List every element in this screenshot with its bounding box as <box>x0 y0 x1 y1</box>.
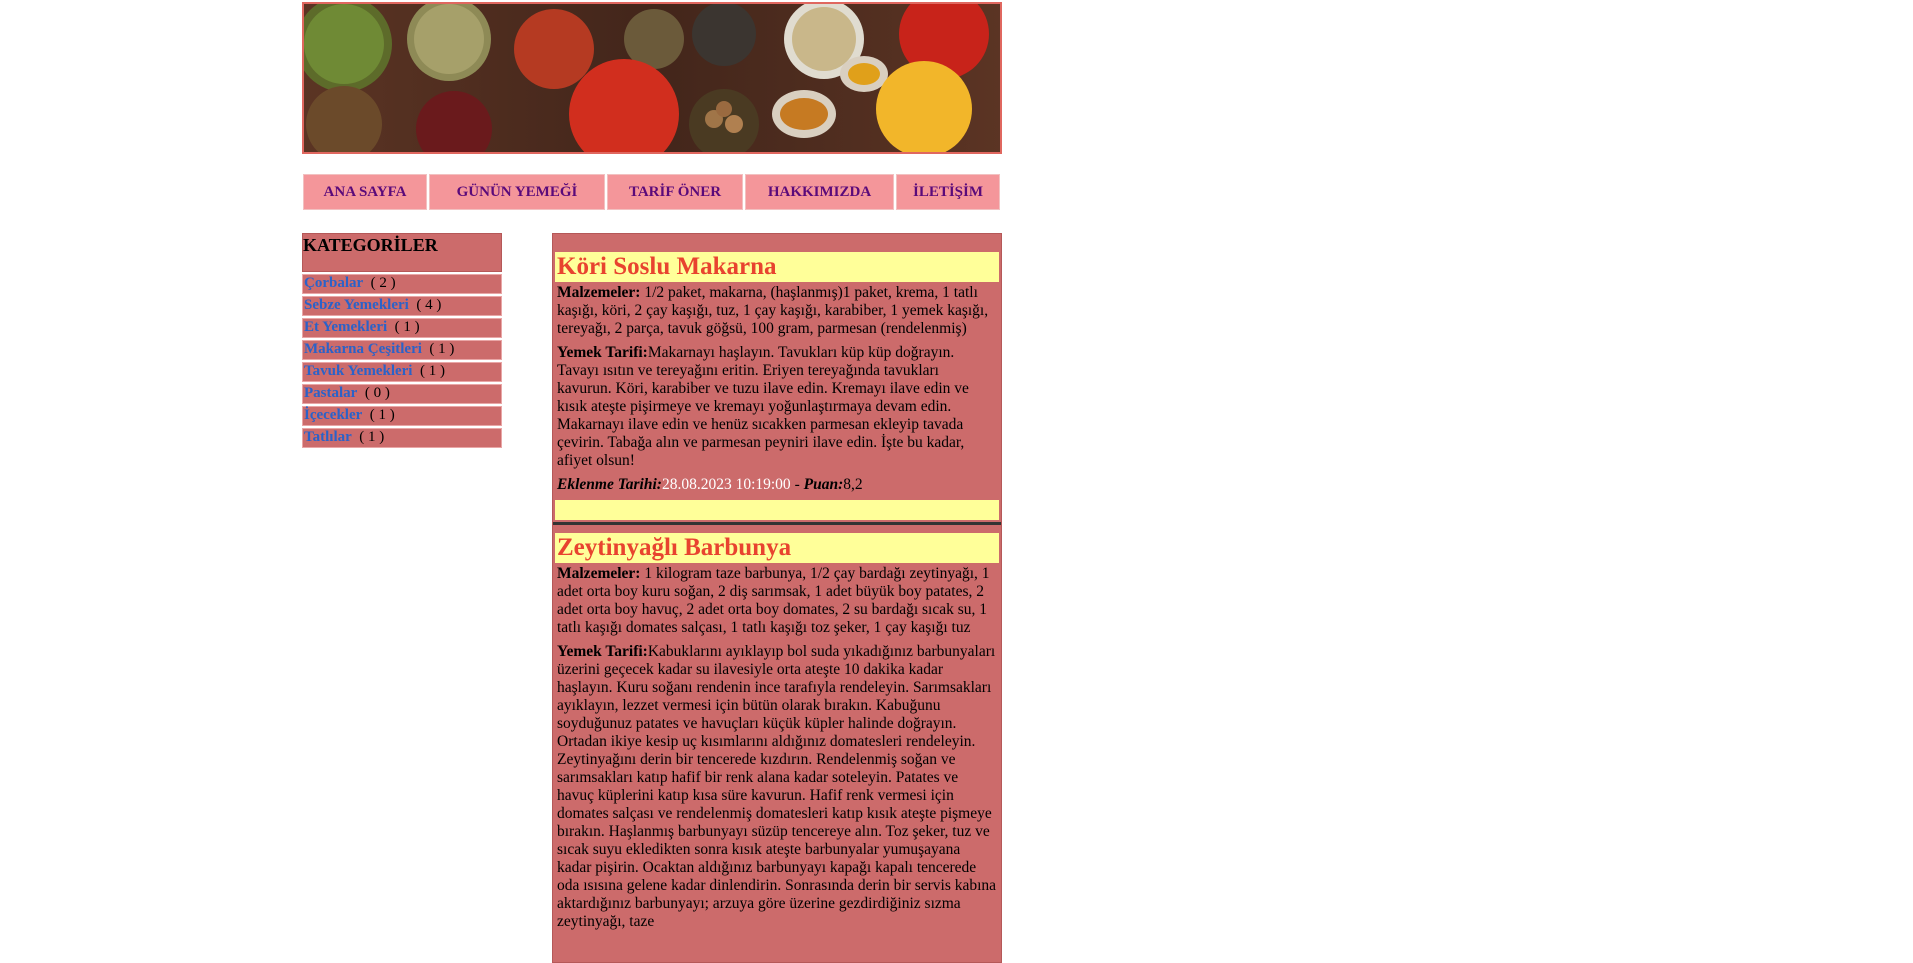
category-item: Tavuk Yemekleri ( 1 ) <box>302 362 502 382</box>
category-link[interactable]: İçecekler <box>304 407 362 423</box>
category-item: Sebze Yemekleri ( 4 ) <box>302 296 502 316</box>
nav-home[interactable]: ANA SAYFA <box>303 174 427 210</box>
category-item: Pastalar ( 0 ) <box>302 384 502 404</box>
recipe-ingredients: Malzemeler: 1 kilogram taze barbunya, 1/… <box>557 565 997 637</box>
category-link[interactable]: Tavuk Yemekleri <box>304 363 412 379</box>
score-label: Puan: <box>803 476 844 493</box>
category-count: ( 2 ) <box>370 275 396 291</box>
category-count: ( 1 ) <box>369 407 395 423</box>
main-nav: ANA SAYFA GÜNÜN YEMEĞİ TARİF ÖNER HAKKIM… <box>303 174 1002 212</box>
recipe-card: Zeytinyağlı Barbunya Malzemeler: 1 kilog… <box>553 533 1001 931</box>
category-item: İçecekler ( 1 ) <box>302 406 502 426</box>
recipe-ingredients: Malzemeler: 1/2 paket, makarna, (haşlanm… <box>557 284 997 338</box>
spices-banner-illustration <box>304 4 1000 152</box>
categories-panel: KATEGORİLER Çorbalar ( 2 ) Sebze Yemekle… <box>302 233 502 448</box>
recipe-instructions: Yemek Tarifi:Kabuklarını ayıklayıp bol s… <box>557 643 997 931</box>
instructions-label: Yemek Tarifi: <box>557 643 648 660</box>
category-count: ( 4 ) <box>416 297 442 313</box>
recipe-title[interactable]: Köri Soslu Makarna <box>555 252 999 282</box>
recipe-title[interactable]: Zeytinyağlı Barbunya <box>555 533 999 563</box>
score-value: 8,2 <box>843 476 863 493</box>
recipes-content: Köri Soslu Makarna Malzemeler: 1/2 paket… <box>552 233 1002 963</box>
category-link[interactable]: Sebze Yemekleri <box>304 297 409 313</box>
recipe-card: Köri Soslu Makarna Malzemeler: 1/2 paket… <box>553 252 1001 520</box>
recipe-meta: Eklenme Tarihi:28.08.2023 10:19:00 - Pua… <box>557 476 997 494</box>
date-value: 28.08.2023 10:19:00 <box>661 476 791 493</box>
category-link[interactable]: Çorbalar <box>304 275 363 291</box>
instructions-label: Yemek Tarifi: <box>557 344 648 361</box>
instructions-text: Kabuklarını ayıklayıp bol suda yıkadığın… <box>557 643 997 930</box>
meta-separator: - <box>790 476 804 493</box>
nav-suggest-recipe[interactable]: TARİF ÖNER <box>607 174 743 210</box>
ingredients-label: Malzemeler: <box>557 565 641 582</box>
category-count: ( 1 ) <box>359 429 385 445</box>
date-label: Eklenme Tarihi: <box>557 476 662 493</box>
category-link[interactable]: Tatlılar <box>304 429 352 445</box>
category-count: ( 1 ) <box>419 363 445 379</box>
categories-title: KATEGORİLER <box>302 233 502 272</box>
instructions-text: Makarnayı haşlayın. Tavukları küp küp do… <box>557 344 969 469</box>
recipe-divider <box>553 522 1001 525</box>
spices-banner-image <box>302 2 1002 154</box>
category-item: Çorbalar ( 2 ) <box>302 274 502 294</box>
category-link[interactable]: Pastalar <box>304 385 357 401</box>
recipe-footer-bar <box>555 500 999 520</box>
category-count: ( 0 ) <box>364 385 390 401</box>
category-item: Et Yemekleri ( 1 ) <box>302 318 502 338</box>
category-link[interactable]: Makarna Çeşitleri <box>304 341 422 357</box>
recipe-instructions: Yemek Tarifi:Makarnayı haşlayın. Tavukla… <box>557 344 997 470</box>
category-count: ( 1 ) <box>394 319 420 335</box>
nav-contact[interactable]: İLETİŞİM <box>896 174 1000 210</box>
category-item: Tatlılar ( 1 ) <box>302 428 502 448</box>
nav-dish-of-the-day[interactable]: GÜNÜN YEMEĞİ <box>429 174 605 210</box>
category-link[interactable]: Et Yemekleri <box>304 319 387 335</box>
category-item: Makarna Çeşitleri ( 1 ) <box>302 340 502 360</box>
category-count: ( 1 ) <box>429 341 455 357</box>
nav-about[interactable]: HAKKIMIZDA <box>745 174 894 210</box>
ingredients-label: Malzemeler: <box>557 284 641 301</box>
